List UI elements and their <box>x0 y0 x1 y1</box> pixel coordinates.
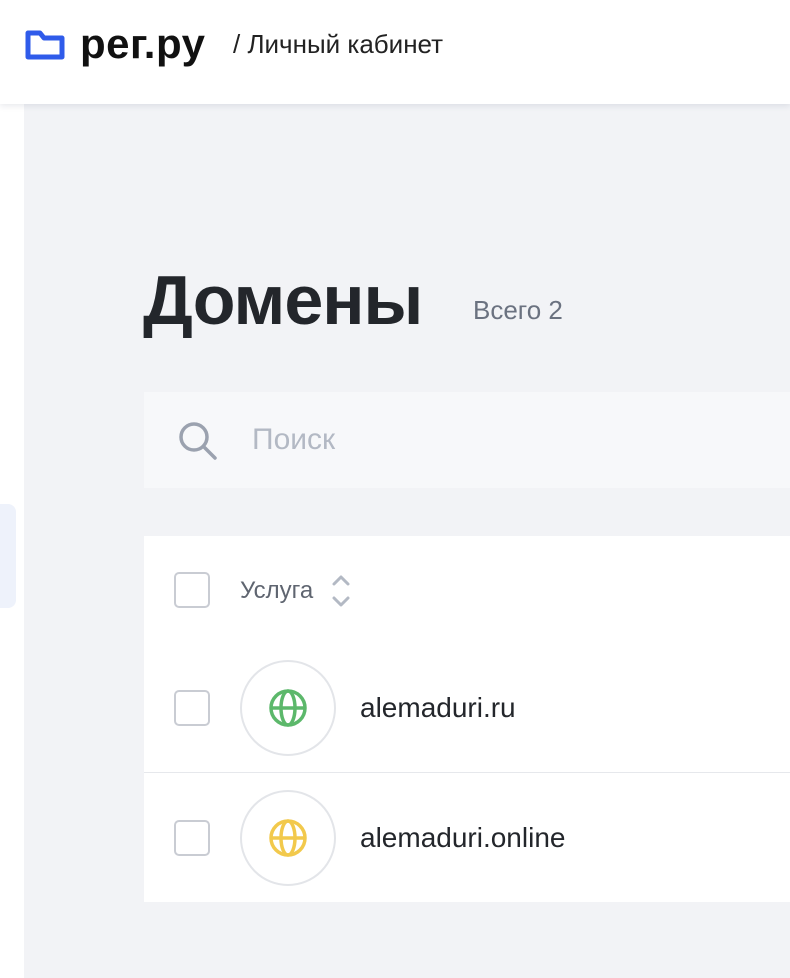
folder-icon <box>25 30 65 60</box>
sort-icon[interactable] <box>330 572 352 610</box>
top-header: рег.ру / Личный кабинет <box>0 0 790 104</box>
search-bar <box>144 392 790 488</box>
domain-name[interactable]: alemaduri.ru <box>360 691 516 725</box>
row-checkbox[interactable] <box>174 820 210 856</box>
domains-table: Услуга alemaduri.ru alemaduri.online <box>144 536 790 902</box>
select-all-checkbox[interactable] <box>174 572 210 608</box>
globe-icon <box>269 689 307 727</box>
table-row[interactable]: alemaduri.online <box>144 773 790 903</box>
search-input[interactable] <box>252 418 772 462</box>
globe-icon <box>269 819 307 857</box>
logo-text: рег.ру <box>80 20 206 67</box>
domain-name[interactable]: alemaduri.online <box>360 821 565 855</box>
domain-icon-circle <box>240 790 336 886</box>
page-title: Домены <box>143 261 423 339</box>
sidebar-toggle-tab[interactable] <box>0 504 16 608</box>
table-row[interactable]: alemaduri.ru <box>144 643 790 773</box>
domain-icon-circle <box>240 660 336 756</box>
breadcrumb[interactable]: / Личный кабинет <box>233 28 443 60</box>
row-checkbox[interactable] <box>174 690 210 726</box>
search-icon <box>179 422 217 460</box>
sidebar <box>0 104 24 978</box>
total-count: Всего 2 <box>473 295 563 325</box>
column-header-service[interactable]: Услуга <box>240 576 313 606</box>
logo[interactable]: рег.ру <box>24 22 205 66</box>
